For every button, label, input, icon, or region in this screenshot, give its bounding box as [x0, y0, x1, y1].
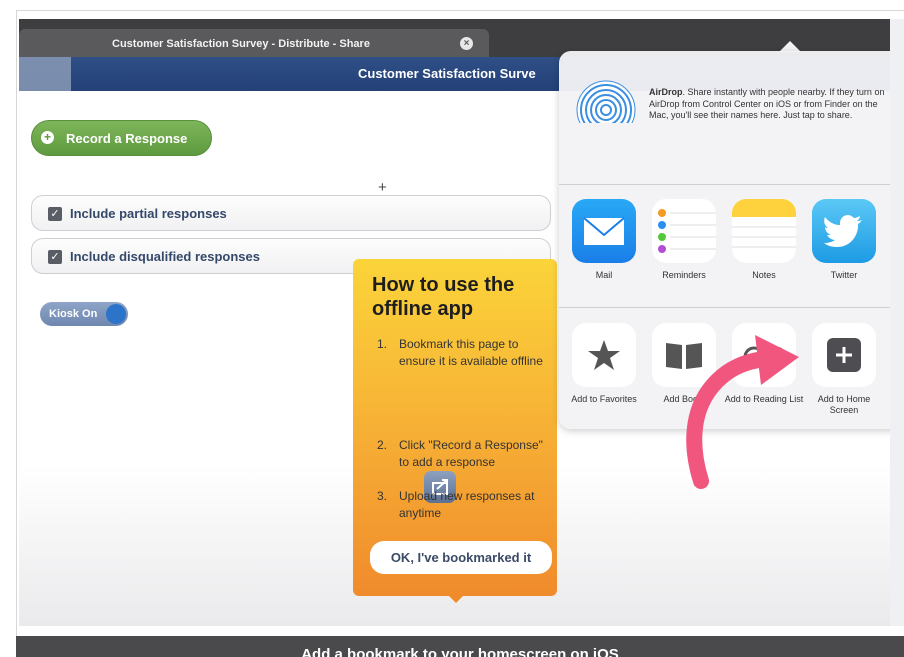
logo [19, 57, 71, 91]
airdrop-text: . Share instantly with people nearby. If… [649, 87, 885, 120]
plus-icon: + [41, 131, 54, 144]
app-label: Twitter [830, 270, 858, 280]
airdrop-description: AirDrop. Share instantly with people nea… [649, 87, 889, 122]
share-app-notes[interactable]: Notes [731, 199, 797, 280]
mail-icon [572, 199, 636, 263]
crosshair-icon: + [378, 179, 387, 196]
record-response-button[interactable]: + Record a Response [31, 120, 212, 156]
close-icon[interactable]: × [460, 37, 473, 50]
option-partial-responses[interactable]: ✓ Include partial responses [31, 195, 551, 231]
kiosk-toggle[interactable]: Kiosk On [40, 302, 128, 326]
twitter-icon [812, 199, 876, 263]
action-more[interactable] [884, 323, 890, 387]
action-add-to-favorites[interactable]: Add to Favorites [564, 323, 644, 405]
toggle-knob [106, 304, 126, 324]
popover-tail [446, 593, 466, 603]
caption-bar: Add a bookmark to your homescreen on iOS [16, 636, 904, 657]
step-number: 1. [377, 337, 388, 351]
record-response-label: Record a Response [66, 131, 188, 146]
step-text: Upload new responses at anytime [399, 489, 535, 520]
offline-app-popover: How to use the offline app 1. Bookmark t… [353, 259, 557, 596]
option-label: Include partial responses [70, 206, 227, 221]
ipad-screen: Customer Satisfaction Survey - Distribut… [19, 19, 890, 626]
app-label: Reminders [662, 270, 706, 280]
step-text: Bookmark this page to ensure it is avail… [399, 337, 543, 368]
background-edge [890, 19, 904, 626]
app-label: Mail [595, 270, 613, 280]
ok-bookmarked-button[interactable]: OK, I've bookmarked it [370, 541, 552, 574]
share-app-mail[interactable]: Mail [571, 199, 637, 280]
notes-icon [732, 199, 796, 263]
airdrop-title: AirDrop [649, 87, 683, 97]
popover-title: How to use the offline app [372, 274, 515, 320]
caption-text: Add a bookmark to your homescreen on iOS [301, 646, 619, 657]
share-app-reminders[interactable]: Reminders [651, 199, 717, 280]
pointer-arrow-icon [686, 335, 799, 489]
page-title: Customer Satisfaction Surve [358, 66, 536, 81]
add-square-icon [812, 323, 876, 387]
step-number: 3. [377, 489, 388, 503]
browser-tab[interactable]: Customer Satisfaction Survey - Distribut… [19, 29, 489, 57]
action-label: Add to Favorites [571, 394, 637, 404]
screenshot-frame: Customer Satisfaction Survey - Distribut… [0, 0, 904, 657]
divider [559, 307, 890, 308]
action-add-to-home-screen[interactable]: Add to Home Screen [804, 323, 884, 416]
option-label: Include disqualified responses [70, 249, 260, 264]
checkbox-checked-icon[interactable]: ✓ [48, 207, 62, 221]
checkbox-checked-icon[interactable]: ✓ [48, 250, 62, 264]
reminders-icon [652, 199, 716, 263]
action-label: Add to Home Screen [817, 394, 871, 415]
star-icon [572, 323, 636, 387]
divider [559, 184, 890, 185]
step-number: 2. [377, 438, 388, 452]
app-label: Notes [752, 270, 776, 280]
airdrop-icon[interactable] [575, 79, 637, 141]
step-text: Click "Record a Response" to add a respo… [399, 438, 543, 469]
kiosk-label: Kiosk On [49, 308, 98, 320]
share-app-twitter[interactable]: Twitter [811, 199, 877, 280]
tab-title: Customer Satisfaction Survey - Distribut… [112, 38, 370, 50]
